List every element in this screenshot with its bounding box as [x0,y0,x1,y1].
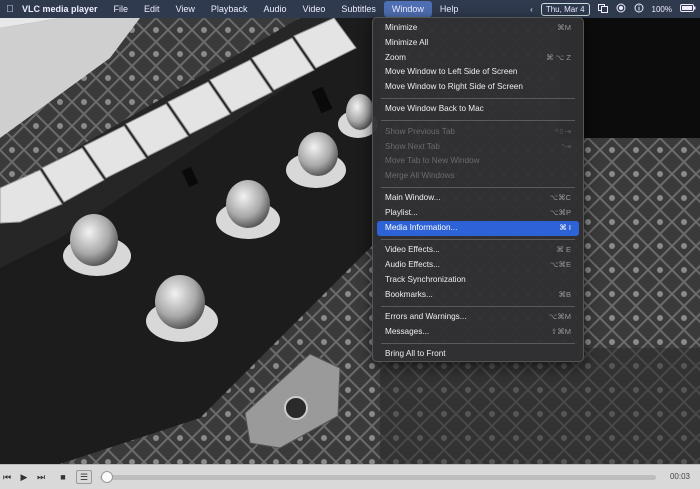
menu-item-minimize[interactable]: Minimize ⌘M [377,21,579,36]
menu-help[interactable]: Help [432,0,467,18]
date-display[interactable]: Thu, Mar 4 [540,2,590,16]
skip-back-button[interactable]: ⏮ [0,470,14,484]
battery-icon[interactable] [680,4,696,14]
play-button[interactable]: ▶ [17,470,31,484]
menu-separator [381,305,575,307]
window-switch-icon[interactable] [597,3,608,15]
status-area: ‹ Thu, Mar 4 100% [530,0,696,18]
menu-playback[interactable]: Playback [203,0,256,18]
menu-item-errors-and-warnings[interactable]: Errors and Warnings... ⌥⌘M [377,310,579,325]
stop-button[interactable]: ■ [56,470,70,484]
video-content-image [0,18,700,464]
stop-icon: ■ [60,472,66,482]
seek-knob[interactable] [101,471,113,483]
shortcut-label: ^⇧⇥ [554,126,571,136]
apple-logo-icon[interactable]:  [0,4,20,15]
menu-item-playlist[interactable]: Playlist... ⌥⌘P [377,206,579,221]
video-frame[interactable] [0,18,700,464]
menu-audio[interactable]: Audio [255,0,294,18]
menu-item-bring-all-to-front[interactable]: Bring All to Front [377,347,579,362]
skip-forward-button[interactable]: ⏭ [34,470,48,484]
menu-separator [381,238,575,240]
shortcut-label: ⌘M [557,23,571,32]
menu-item-zoom[interactable]: Zoom ⌘ ⌥ Z [377,51,579,66]
menu-app-name[interactable]: VLC media player [20,0,106,18]
menu-edit[interactable]: Edit [136,0,168,18]
shortcut-label: ⇧⌘M [550,326,571,336]
menu-item-media-information[interactable]: Media Information... ⌘ I [377,221,579,236]
shortcut-label: ^⇥ [561,141,571,151]
menu-item-move-back-to-mac[interactable]: Move Window Back to Mac [377,102,579,117]
shortcut-label: ⌘ E [556,245,571,255]
menu-window[interactable]: Window [383,1,432,17]
menu-item-video-effects[interactable]: Video Effects... ⌘ E [377,243,579,258]
shortcut-label: ⌘B [558,289,571,299]
seek-bar[interactable] [100,475,656,480]
menu-item-track-synchronization[interactable]: Track Synchronization [377,273,579,288]
menu-separator [381,342,575,344]
menu-bar:  VLC media player File Edit View Playba… [0,0,700,18]
menu-subtitles[interactable]: Subtitles [333,0,384,18]
shortcut-label: ⌘ ⌥ Z [546,52,571,62]
menu-separator [381,186,575,188]
menu-item-move-right[interactable]: Move Window to Right Side of Screen [377,80,579,95]
menu-item-show-previous-tab: Show Previous Tab ^⇧⇥ [377,125,579,140]
menu-item-minimize-all[interactable]: Minimize All [377,36,579,51]
menu-separator [381,120,575,122]
shortcut-label: ⌥⌘M [548,312,571,322]
skip-forward-icon: ⏭ [36,472,46,482]
info-icon[interactable] [634,3,644,15]
elapsed-time: 00:03 [669,472,690,481]
menu-video[interactable]: Video [294,0,333,18]
chevron-left-icon[interactable]: ‹ [530,5,533,14]
menu-item-main-window[interactable]: Main Window... ⌥⌘C [377,191,579,206]
menu-item-messages[interactable]: Messages... ⇧⌘M [377,325,579,340]
menu-file[interactable]: File [106,0,137,18]
battery-percent: 100% [651,4,672,14]
menu-item-show-next-tab: Show Next Tab ^⇥ [377,140,579,155]
play-icon: ▶ [20,472,28,482]
shortcut-label: ⌥⌘C [549,193,571,203]
playback-controller: ⏮ ▶ ⏭ ■ ☰ 00:03 [0,464,700,489]
shortcut-label: ⌥⌘P [549,208,571,218]
record-icon[interactable] [616,3,626,15]
menu-item-move-left[interactable]: Move Window to Left Side of Screen [377,65,579,80]
playlist-icon: ☰ [79,472,89,482]
menu-separator [381,97,575,99]
menu-item-merge-all-windows: Merge All Windows [385,171,455,181]
menu-item-move-tab-to-new-window: Move Tab to New Window [385,156,480,166]
menu-item-audio-effects[interactable]: Audio Effects... ⌥⌘E [377,258,579,273]
shortcut-label: ⌥⌘E [549,260,571,270]
window-menu-dropdown: Minimize ⌘M Minimize All Zoom ⌘ ⌥ Z Move W… [372,17,584,362]
menu-view[interactable]: View [168,0,203,18]
playlist-toggle-button[interactable]: ☰ [76,470,92,484]
shortcut-label: ⌘ I [559,223,571,233]
menu-item-bookmarks[interactable]: Bookmarks... ⌘B [377,288,579,303]
skip-back-icon: ⏮ [2,472,12,482]
